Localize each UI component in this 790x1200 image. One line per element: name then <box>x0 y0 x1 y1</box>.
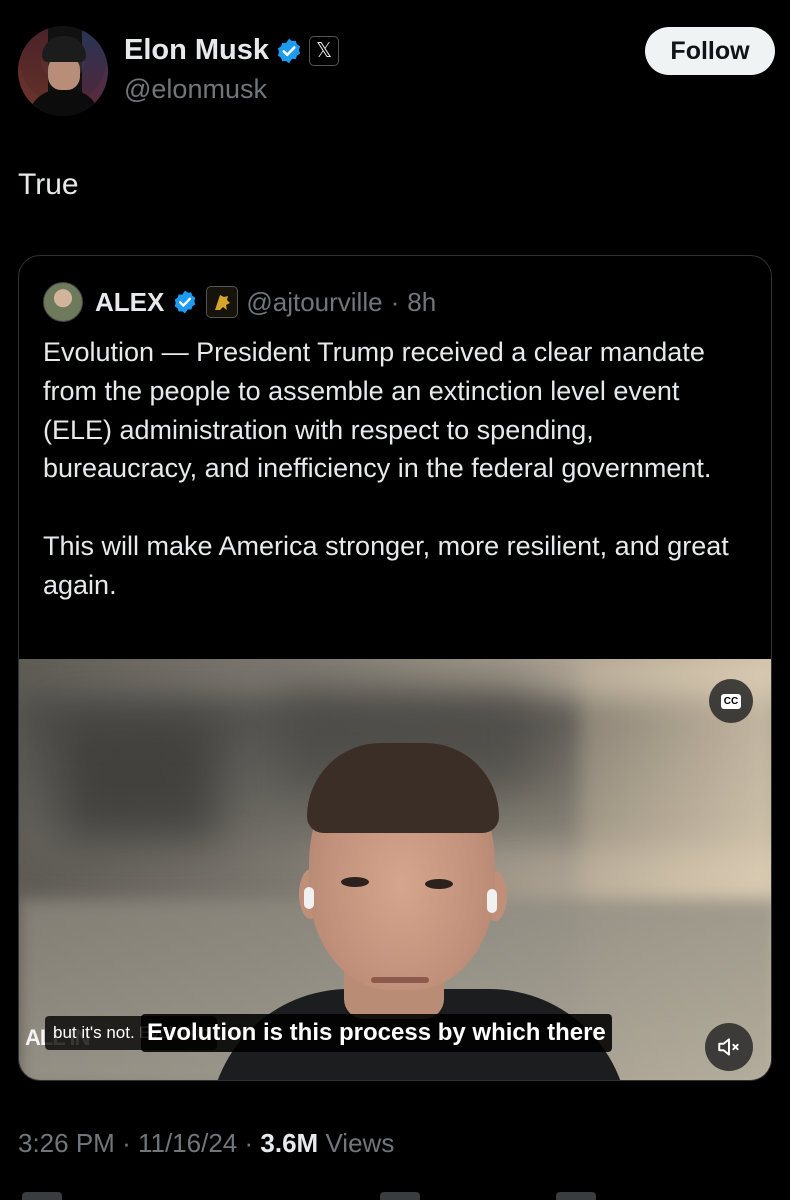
meta-separator: · <box>244 1128 254 1158</box>
quoted-tweet-text: Evolution — President Trump received a c… <box>43 333 753 605</box>
tweet-date[interactable]: 11/16/24 <box>138 1128 237 1158</box>
tweet-text: True <box>18 168 79 201</box>
quoted-tweet-header: ALEX @ajtourville · 8h <box>43 282 436 322</box>
quoted-paragraph: This will make America stronger, more re… <box>43 530 729 600</box>
views-label: Views <box>325 1128 395 1158</box>
quoted-tweet-time[interactable]: 8h <box>407 287 436 318</box>
views-count: 3.6M <box>260 1128 319 1158</box>
closed-captions-button[interactable]: CC <box>709 679 753 723</box>
author-display-name[interactable]: Elon Musk <box>124 34 269 67</box>
author-handle[interactable]: @elonmusk <box>124 74 267 105</box>
verified-badge-icon <box>175 290 196 314</box>
cc-icon: CC <box>720 693 742 709</box>
meta-separator: · <box>122 1128 131 1158</box>
quoted-paragraph: Evolution — President Trump received a c… <box>43 337 712 484</box>
speaker-muted-icon <box>718 1038 739 1056</box>
verified-badge-icon <box>277 38 301 63</box>
affiliation-lion-icon <box>206 286 239 318</box>
quoted-author-avatar[interactable] <box>43 282 83 322</box>
tweet-time[interactable]: 3:26 PM <box>18 1128 115 1158</box>
header-separator: · <box>390 286 400 317</box>
video-caption: Evolution is this process by which there <box>141 1014 612 1052</box>
follow-button[interactable]: Follow <box>645 27 775 75</box>
quoted-author-name[interactable]: ALEX <box>95 287 164 318</box>
author-name-row: Elon Musk 𝕏 <box>124 34 340 67</box>
quoted-author-handle[interactable]: @ajtourville <box>246 287 382 318</box>
unmute-button[interactable] <box>705 1023 753 1071</box>
tweet-meta: 3:26 PM · 11/16/24 · 3.6M Views <box>18 1128 394 1159</box>
quoted-tweet-card[interactable]: ALEX @ajtourville · 8h Evolution — Presi… <box>18 255 772 1081</box>
tweet-header: Elon Musk 𝕏 @elonmusk Follow <box>18 24 775 116</box>
video-player[interactable]: CC ALL IN but it's not. Evolution Evolut… <box>19 659 771 1080</box>
action-bar-edge <box>0 1192 790 1200</box>
x-logo-icon: 𝕏 <box>309 35 340 66</box>
author-avatar[interactable] <box>18 26 108 116</box>
